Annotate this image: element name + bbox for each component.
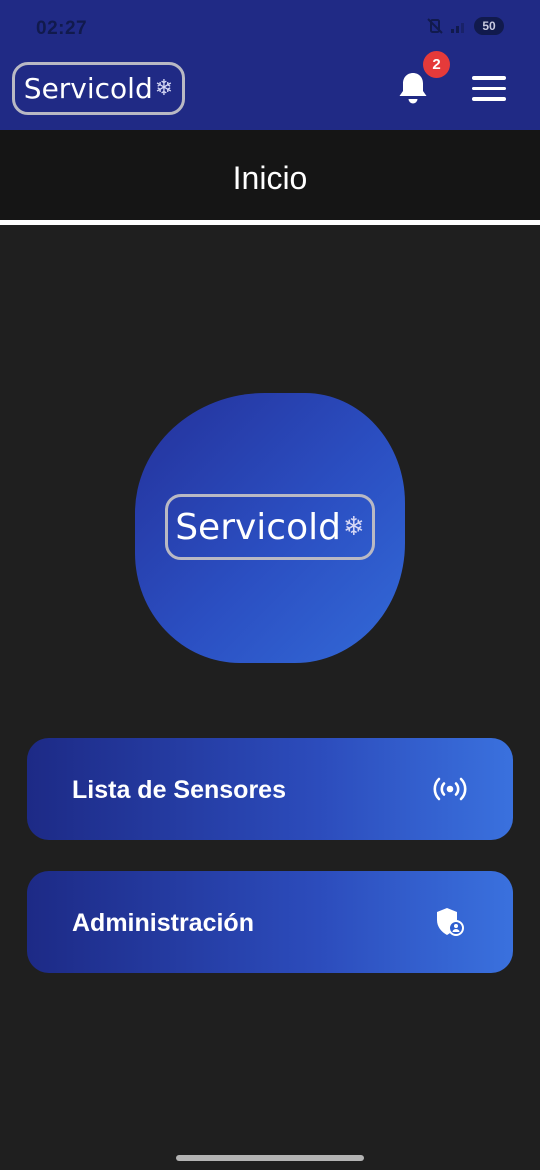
header-logo-text: Servicold xyxy=(23,72,153,105)
sensor-list-button[interactable]: Lista de Sensores xyxy=(27,738,513,840)
sensor-list-label: Lista de Sensores xyxy=(72,776,286,804)
status-bar: 02:27 50 xyxy=(0,0,540,56)
title-divider xyxy=(0,220,540,225)
administration-button[interactable]: Administración xyxy=(27,871,513,973)
status-icons: 50 xyxy=(426,17,504,35)
battery-indicator: 50 xyxy=(474,17,504,35)
vibrate-mute-icon xyxy=(426,17,444,35)
status-time: 02:27 xyxy=(36,18,88,39)
page-title: Inicio xyxy=(232,160,308,196)
home-indicator[interactable] xyxy=(176,1155,364,1161)
snowflake-icon: ❄ xyxy=(342,512,365,542)
administration-label: Administración xyxy=(72,909,254,937)
signal-icon xyxy=(450,18,468,34)
header-logo[interactable]: Servicold ❄ xyxy=(12,62,185,115)
admin-shield-user-icon xyxy=(433,907,467,937)
broadcast-sensor-icon xyxy=(433,774,467,804)
bell-icon[interactable] xyxy=(396,70,430,106)
hero-logo-text: Servicold xyxy=(175,506,341,548)
hamburger-menu-icon[interactable] xyxy=(472,76,506,101)
snowflake-icon: ❄ xyxy=(154,76,174,101)
hero-logo: Servicold ❄ xyxy=(165,494,375,560)
battery-level: 50 xyxy=(482,19,496,33)
notification-badge[interactable]: 2 xyxy=(423,51,450,78)
